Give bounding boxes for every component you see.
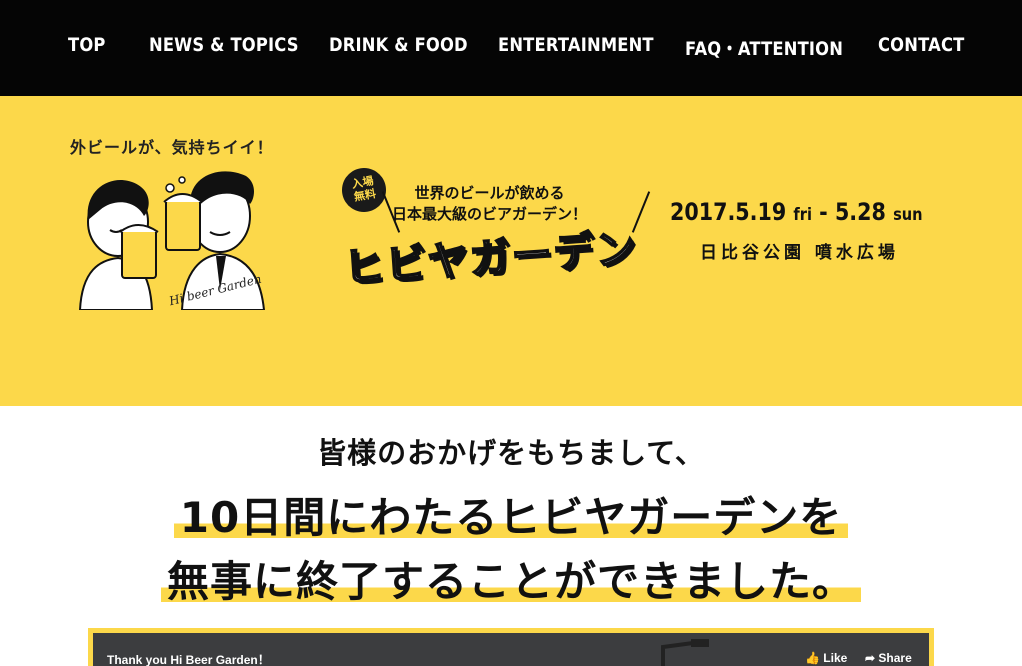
event-dates: 2017.5.19 fri - 5.28 sun bbox=[670, 198, 923, 226]
video-like-button[interactable]: 👍 Like bbox=[805, 651, 847, 665]
date-separator: - bbox=[819, 198, 828, 226]
nav-entertainment[interactable]: ENTERTAINMENT bbox=[498, 34, 654, 56]
catchcopy-line-1: 世界のビールが飲める bbox=[414, 184, 565, 202]
completion-message-line-1: 10日間にわたるヒビヤガーデンを bbox=[0, 484, 1022, 545]
video-title[interactable]: Thank you Hi Beer Garden！ bbox=[107, 651, 270, 666]
video-share-button[interactable]: ➦ Share bbox=[865, 651, 912, 665]
event-venue: 日比谷公園 噴水広場 bbox=[700, 243, 899, 263]
hero-catchcopy: 世界のビールが飲める 日本最大級のビアガーデン！ bbox=[392, 183, 587, 225]
hero-wave-divider bbox=[0, 345, 1022, 392]
completion-message-line-1-text: 10日間にわたるヒビヤガーデンを bbox=[173, 493, 849, 542]
completion-message-line-2-text: 無事に終了することができました。 bbox=[160, 557, 861, 606]
completion-message-line-2: 無事に終了することができました。 bbox=[0, 548, 1022, 609]
free-entry-badge-text: 入場 無料 bbox=[350, 174, 377, 204]
nav-faq-attention[interactable]: FAQ・ATTENTION bbox=[685, 34, 843, 61]
top-nav: TOP NEWS & TOPICS DRINK & FOOD ENTERTAIN… bbox=[0, 0, 1022, 96]
date-start-day: fri bbox=[793, 205, 812, 225]
date-start: 2017.5.19 bbox=[670, 198, 787, 226]
nav-top[interactable]: TOP bbox=[68, 34, 106, 56]
nav-contact[interactable]: CONTACT bbox=[878, 34, 964, 56]
hero-tagline: 外ビールが、気持ちイイ！ bbox=[70, 138, 274, 157]
thumbs-up-icon: 👍 bbox=[805, 651, 820, 665]
video-player[interactable]: Thank you Hi Beer Garden！ 👍 Like ➦ Share bbox=[88, 628, 934, 666]
video-share-label: Share bbox=[878, 651, 912, 665]
share-arrow-icon: ➦ bbox=[865, 651, 876, 665]
thanks-heading: 皆様のおかげをもちまして、 bbox=[317, 436, 705, 470]
nav-news-topics[interactable]: NEWS & TOPICS bbox=[149, 34, 299, 56]
date-end-day: sun bbox=[893, 205, 923, 225]
nav-drink-food[interactable]: DRINK & FOOD bbox=[329, 34, 468, 56]
date-end: 5.28 bbox=[834, 198, 886, 226]
video-thumbnail-streetlight bbox=[661, 639, 709, 666]
video-like-label: Like bbox=[823, 651, 848, 665]
